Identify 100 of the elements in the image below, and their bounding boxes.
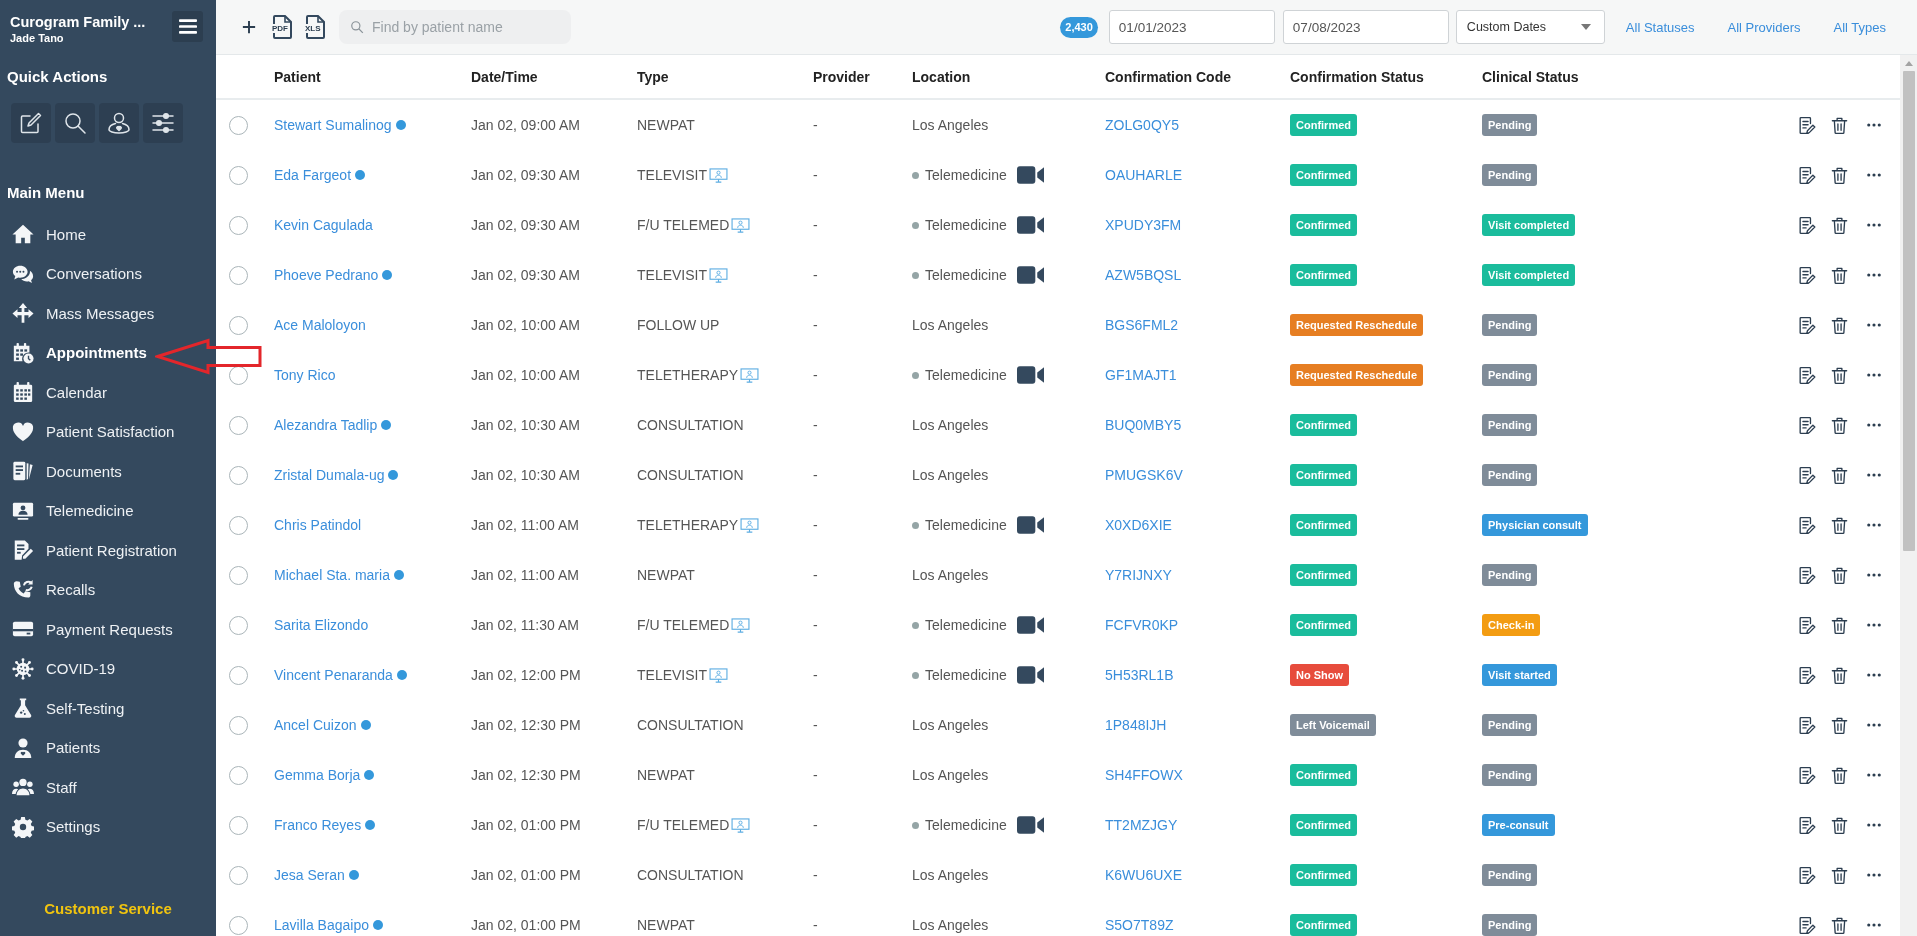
edit-document-icon[interactable] [1797,715,1816,735]
sidebar-item[interactable]: Documents [0,451,122,491]
patient-name-link[interactable]: Alezandra Tadlip [274,417,378,433]
trash-icon[interactable] [1830,615,1849,635]
more-icon[interactable] [1867,423,1881,427]
trash-icon[interactable] [1830,415,1849,435]
video-camera-icon[interactable] [1016,816,1044,834]
export-button[interactable]: PDF [272,15,292,39]
date-range-dropdown[interactable]: Custom Dates [1455,10,1605,44]
sidebar-item[interactable]: Appointments [0,333,147,373]
patient-name-link[interactable]: Gemma Borja [274,767,361,783]
row-radio[interactable] [229,315,248,335]
row-radio[interactable] [229,665,248,685]
sidebar-item[interactable]: Settings [0,807,101,847]
trash-icon[interactable] [1830,115,1849,135]
edit-document-icon[interactable] [1797,365,1816,385]
edit-document-icon[interactable] [1797,815,1816,835]
video-camera-icon[interactable] [1016,666,1044,684]
edit-document-icon[interactable] [1797,115,1816,135]
more-icon[interactable] [1867,573,1881,577]
edit-document-icon[interactable] [1797,465,1816,485]
trash-icon[interactable] [1830,665,1849,685]
sidebar-item[interactable]: Calendar [0,372,107,412]
video-camera-icon[interactable] [1016,216,1044,234]
confirmation-code-link[interactable]: XPUDY3FM [1105,217,1182,233]
trash-icon[interactable] [1830,365,1849,385]
row-radio[interactable] [229,565,248,585]
edit-document-icon[interactable] [1797,665,1816,685]
edit-document-icon[interactable] [1797,565,1816,585]
row-radio[interactable] [229,465,248,485]
confirmation-code-link[interactable]: 1P848IJH [1105,717,1167,733]
sidebar-item[interactable]: COVID-19 [0,649,116,689]
more-icon[interactable] [1867,373,1881,377]
confirmation-code-link[interactable]: FCFVR0KP [1105,617,1179,633]
patient-name-link[interactable]: Sarita Elizondo [274,617,369,633]
more-icon[interactable] [1867,723,1881,727]
more-icon[interactable] [1867,323,1881,327]
row-radio[interactable] [229,865,248,885]
patient-name-link[interactable]: Zristal Dumala-ug [274,467,385,483]
confirmation-code-link[interactable]: K6WU6UXE [1105,867,1183,883]
sidebar-item[interactable]: Conversations [0,254,142,294]
more-icon[interactable] [1867,473,1881,477]
sidebar-item[interactable]: Patient Registration [0,530,177,570]
row-radio[interactable] [229,765,248,785]
video-camera-icon[interactable] [1016,166,1044,184]
sidebar-item[interactable]: Recalls [0,570,96,610]
sidebar-item[interactable]: Home [0,214,86,254]
sidebar-item[interactable]: Payment Requests [0,609,173,649]
trash-icon[interactable] [1830,915,1849,935]
trash-icon[interactable] [1830,765,1849,785]
patient-name-link[interactable]: Phoeve Pedrano [274,267,379,283]
more-icon[interactable] [1867,523,1881,527]
more-icon[interactable] [1867,223,1881,227]
trash-icon[interactable] [1830,715,1849,735]
patient-name-link[interactable]: Ace Maloloyon [274,317,366,333]
row-radio[interactable] [229,715,248,735]
trash-icon[interactable] [1830,815,1849,835]
row-radio[interactable] [229,265,248,285]
trash-icon[interactable] [1830,565,1849,585]
edit-document-icon[interactable] [1797,265,1816,285]
customer-service-link[interactable]: Customer Service [44,899,172,919]
patient-name-link[interactable]: Michael Sta. maria [274,567,390,583]
confirmation-code-link[interactable]: OAUHARLE [1105,167,1183,183]
row-radio[interactable] [229,815,248,835]
edit-document-icon[interactable] [1797,165,1816,185]
confirmation-code-link[interactable]: TT2MZJGY [1105,817,1178,833]
scrollbar-thumb[interactable] [1902,71,1915,551]
trash-icon[interactable] [1830,465,1849,485]
trash-icon[interactable] [1830,865,1849,885]
patient-name-link[interactable]: Franco Reyes [274,817,362,833]
edit-document-icon[interactable] [1797,915,1816,935]
more-icon[interactable] [1867,123,1881,127]
confirmation-code-link[interactable]: AZW5BQSL [1105,267,1182,283]
trash-icon[interactable] [1830,515,1849,535]
menu-button[interactable] [172,11,203,42]
more-icon[interactable] [1867,673,1881,677]
filter-link[interactable]: All Statuses [1625,19,1695,35]
edit-document-icon[interactable] [1797,415,1816,435]
patient-name-link[interactable]: Ancel Cuizon [274,717,357,733]
sidebar-item[interactable]: Patient Satisfaction [0,412,175,452]
trash-icon[interactable] [1830,215,1849,235]
confirmation-code-link[interactable]: X0XD6XIE [1105,517,1172,533]
quick-action-button[interactable] [11,103,51,143]
video-camera-icon[interactable] [1016,516,1044,534]
sidebar-item[interactable]: Mass Messages [0,293,155,333]
row-radio[interactable] [229,515,248,535]
row-radio[interactable] [229,915,248,935]
confirmation-code-link[interactable]: Y7RIJNXY [1105,567,1172,583]
row-radio[interactable] [229,115,248,135]
plus-icon[interactable] [242,20,256,34]
search-field[interactable]: Find by patient name [339,10,571,44]
row-radio[interactable] [229,165,248,185]
more-icon[interactable] [1867,273,1881,277]
edit-document-icon[interactable] [1797,865,1816,885]
sidebar-item[interactable]: Self-Testing [0,688,125,728]
more-icon[interactable] [1867,823,1881,827]
edit-document-icon[interactable] [1797,215,1816,235]
confirmation-code-link[interactable]: GF1MAJT1 [1105,367,1177,383]
row-radio[interactable] [229,615,248,635]
end-date-field[interactable]: 07/08/2023 [1282,10,1449,44]
